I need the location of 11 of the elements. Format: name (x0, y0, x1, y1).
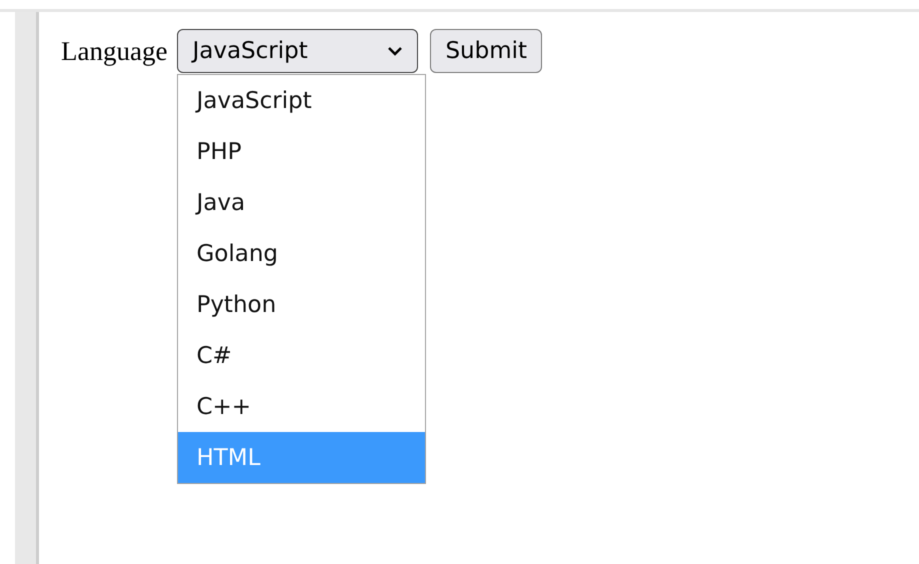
dropdown-option[interactable]: Python (178, 279, 426, 330)
dropdown-option[interactable]: PHP (178, 126, 426, 177)
dropdown-option[interactable]: JavaScript (178, 75, 426, 126)
dropdown-option[interactable]: Java (178, 177, 426, 228)
dropdown-option[interactable]: C# (178, 330, 426, 381)
language-select[interactable]: JavaScript (177, 29, 418, 73)
dropdown-option[interactable]: C++ (178, 381, 426, 432)
chevron-down-icon (387, 46, 404, 56)
submit-button[interactable]: Submit (430, 29, 542, 73)
language-label: Language (61, 36, 168, 66)
dropdown-option[interactable]: Golang (178, 228, 426, 279)
